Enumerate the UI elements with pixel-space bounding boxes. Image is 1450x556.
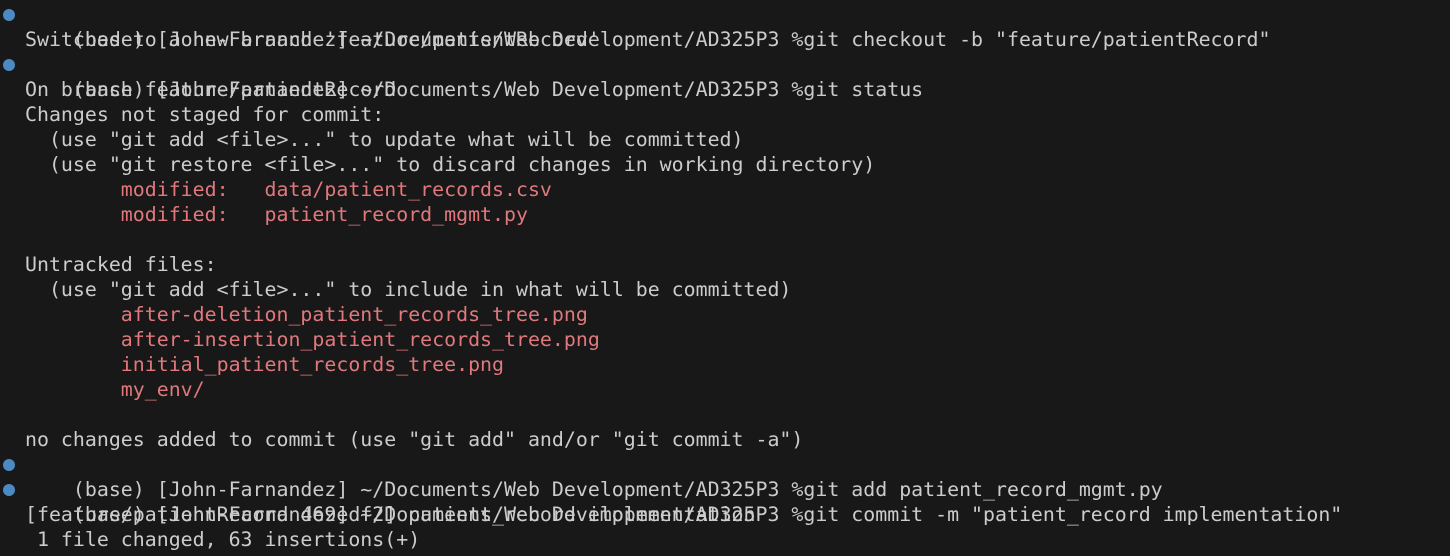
untracked-file-line: initial_patient_records_tree.png	[25, 353, 505, 376]
output-line: On branch feature/patientRecord	[25, 78, 397, 101]
command-decoration-icon[interactable]	[3, 59, 15, 71]
modified-file-line: modified: data/patient_records.csv	[25, 178, 552, 201]
output-line: (use "git add <file>..." to include in w…	[25, 278, 792, 301]
output-line: (use "git restore <file>..." to discard …	[25, 153, 876, 176]
command-line: (base) [John-Farnandez] ~/Documents/Web …	[0, 477, 1450, 526]
output-line: [feature/patientRecord 469edf2] patient_…	[25, 503, 756, 526]
command-line: (base) [John-Farnandez] ~/Documents/Web …	[0, 2, 1450, 51]
command-decoration-icon[interactable]	[3, 484, 15, 496]
command-decoration-icon[interactable]	[3, 9, 15, 21]
terminal-output[interactable]: (base) [John-Farnandez] ~/Documents/Web …	[0, 0, 1450, 556]
command-decoration-icon[interactable]	[3, 459, 15, 471]
output-line: Changes not staged for commit:	[25, 103, 385, 126]
untracked-file-line: after-insertion_patient_records_tree.png	[25, 328, 600, 351]
output-line: 1 file changed, 63 insertions(+)	[25, 528, 421, 551]
output-line: Untracked files:	[25, 253, 217, 276]
output-line: (use "git add <file>..." to update what …	[25, 128, 744, 151]
output-line: no changes added to commit (use "git add…	[25, 428, 804, 451]
output-line: Switched to a new branch 'feature/patien…	[25, 28, 600, 51]
modified-file-line: modified: patient_record_mgmt.py	[25, 203, 528, 226]
untracked-file-line: after-deletion_patient_records_tree.png	[25, 303, 588, 326]
untracked-file-line: my_env/	[25, 378, 205, 401]
command-line: (base) [John-Farnandez] ~/Documents/Web …	[0, 452, 1450, 501]
command-line: (base) [John-Farnandez] ~/Documents/Web …	[0, 52, 1450, 101]
